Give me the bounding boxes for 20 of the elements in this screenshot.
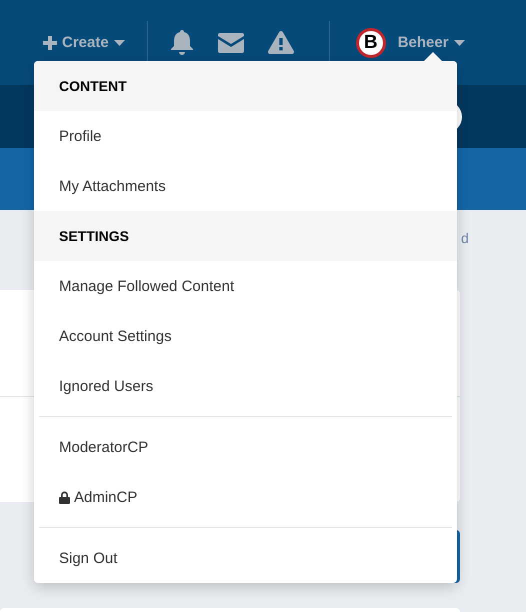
menu-item[interactable]: Sign Out [59, 550, 118, 566]
bell-icon[interactable] [170, 30, 194, 55]
menu-item[interactable]: My Attachments [59, 178, 166, 194]
caret-icon [114, 40, 125, 46]
menu-item[interactable]: Ignored Users [59, 378, 154, 394]
menu-heading: SETTINGS [34, 211, 457, 261]
warning-icon[interactable] [268, 31, 294, 54]
plus-icon [43, 36, 57, 50]
mail-icon[interactable] [218, 32, 244, 52]
dropdown-pointer [424, 52, 442, 61]
menu-item[interactable]: Account Settings [59, 328, 172, 344]
page-text: d [461, 230, 469, 246]
user-menu-button[interactable]: Beheer [398, 34, 465, 51]
create-button[interactable]: Create [43, 34, 125, 51]
menu-item[interactable]: AdminCP [74, 488, 138, 506]
menu-heading: CONTENT [34, 61, 457, 111]
caret-icon [454, 40, 465, 46]
menu-item[interactable]: Profile [59, 128, 102, 144]
menu-item[interactable]: ModeratorCP [59, 438, 148, 456]
menu-item[interactable]: Manage Followed Content [59, 278, 234, 294]
